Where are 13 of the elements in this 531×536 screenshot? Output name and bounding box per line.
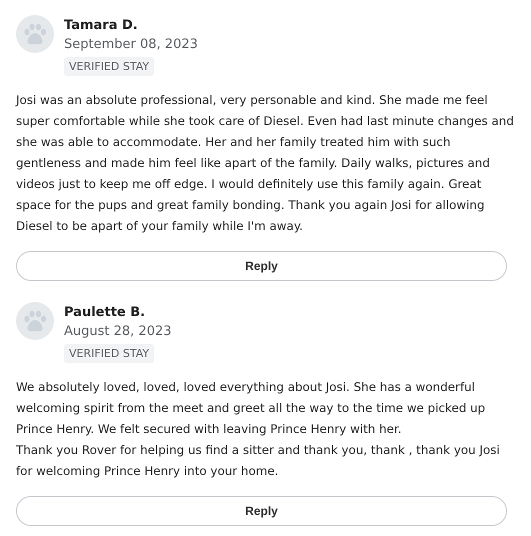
review-text: Josi was an absolute professional, very personable and kind. She made me feel super comfortable while she took care of Diesel. Even had last minute changes and she was able to accommodate. Her and her family treated him with such gentleness and made him feel like apart of the family. Daily walks, pictures and videos just to keep me off edge. I would definitely use this family again. Great space for the pups and great family bonding. Thank you again Josi for allowing Diesel to be apart of your family while I'm away. [16, 92, 515, 235]
reviewer-name: Paulette B. [64, 304, 146, 322]
reply-button[interactable]: Reply [16, 496, 507, 526]
review-text: We absolutely loved, loved, loved everything about Josi. She has a wonderful welcoming spirit from the meet and greet all the way to the time we picked up Prince Henry. We felt secured with leaving Prince Henry with her. [16, 379, 486, 438]
avatar-paw-icon [16, 302, 54, 340]
avatar-paw-icon [16, 15, 54, 53]
verified-badge: VERIFIED STAY [64, 57, 154, 76]
review-text: Thank you Rover for helping us find a sitter and thank you, thank , thank you Josi for welcoming Prince Henry into your home. [16, 442, 501, 480]
review-date: August 28, 2023 [64, 323, 172, 341]
reviewer-name: Tamara D. [64, 17, 138, 35]
review-date: September 08, 2023 [64, 36, 198, 54]
verified-badge: VERIFIED STAY [64, 344, 154, 363]
reply-button[interactable]: Reply [16, 251, 507, 281]
